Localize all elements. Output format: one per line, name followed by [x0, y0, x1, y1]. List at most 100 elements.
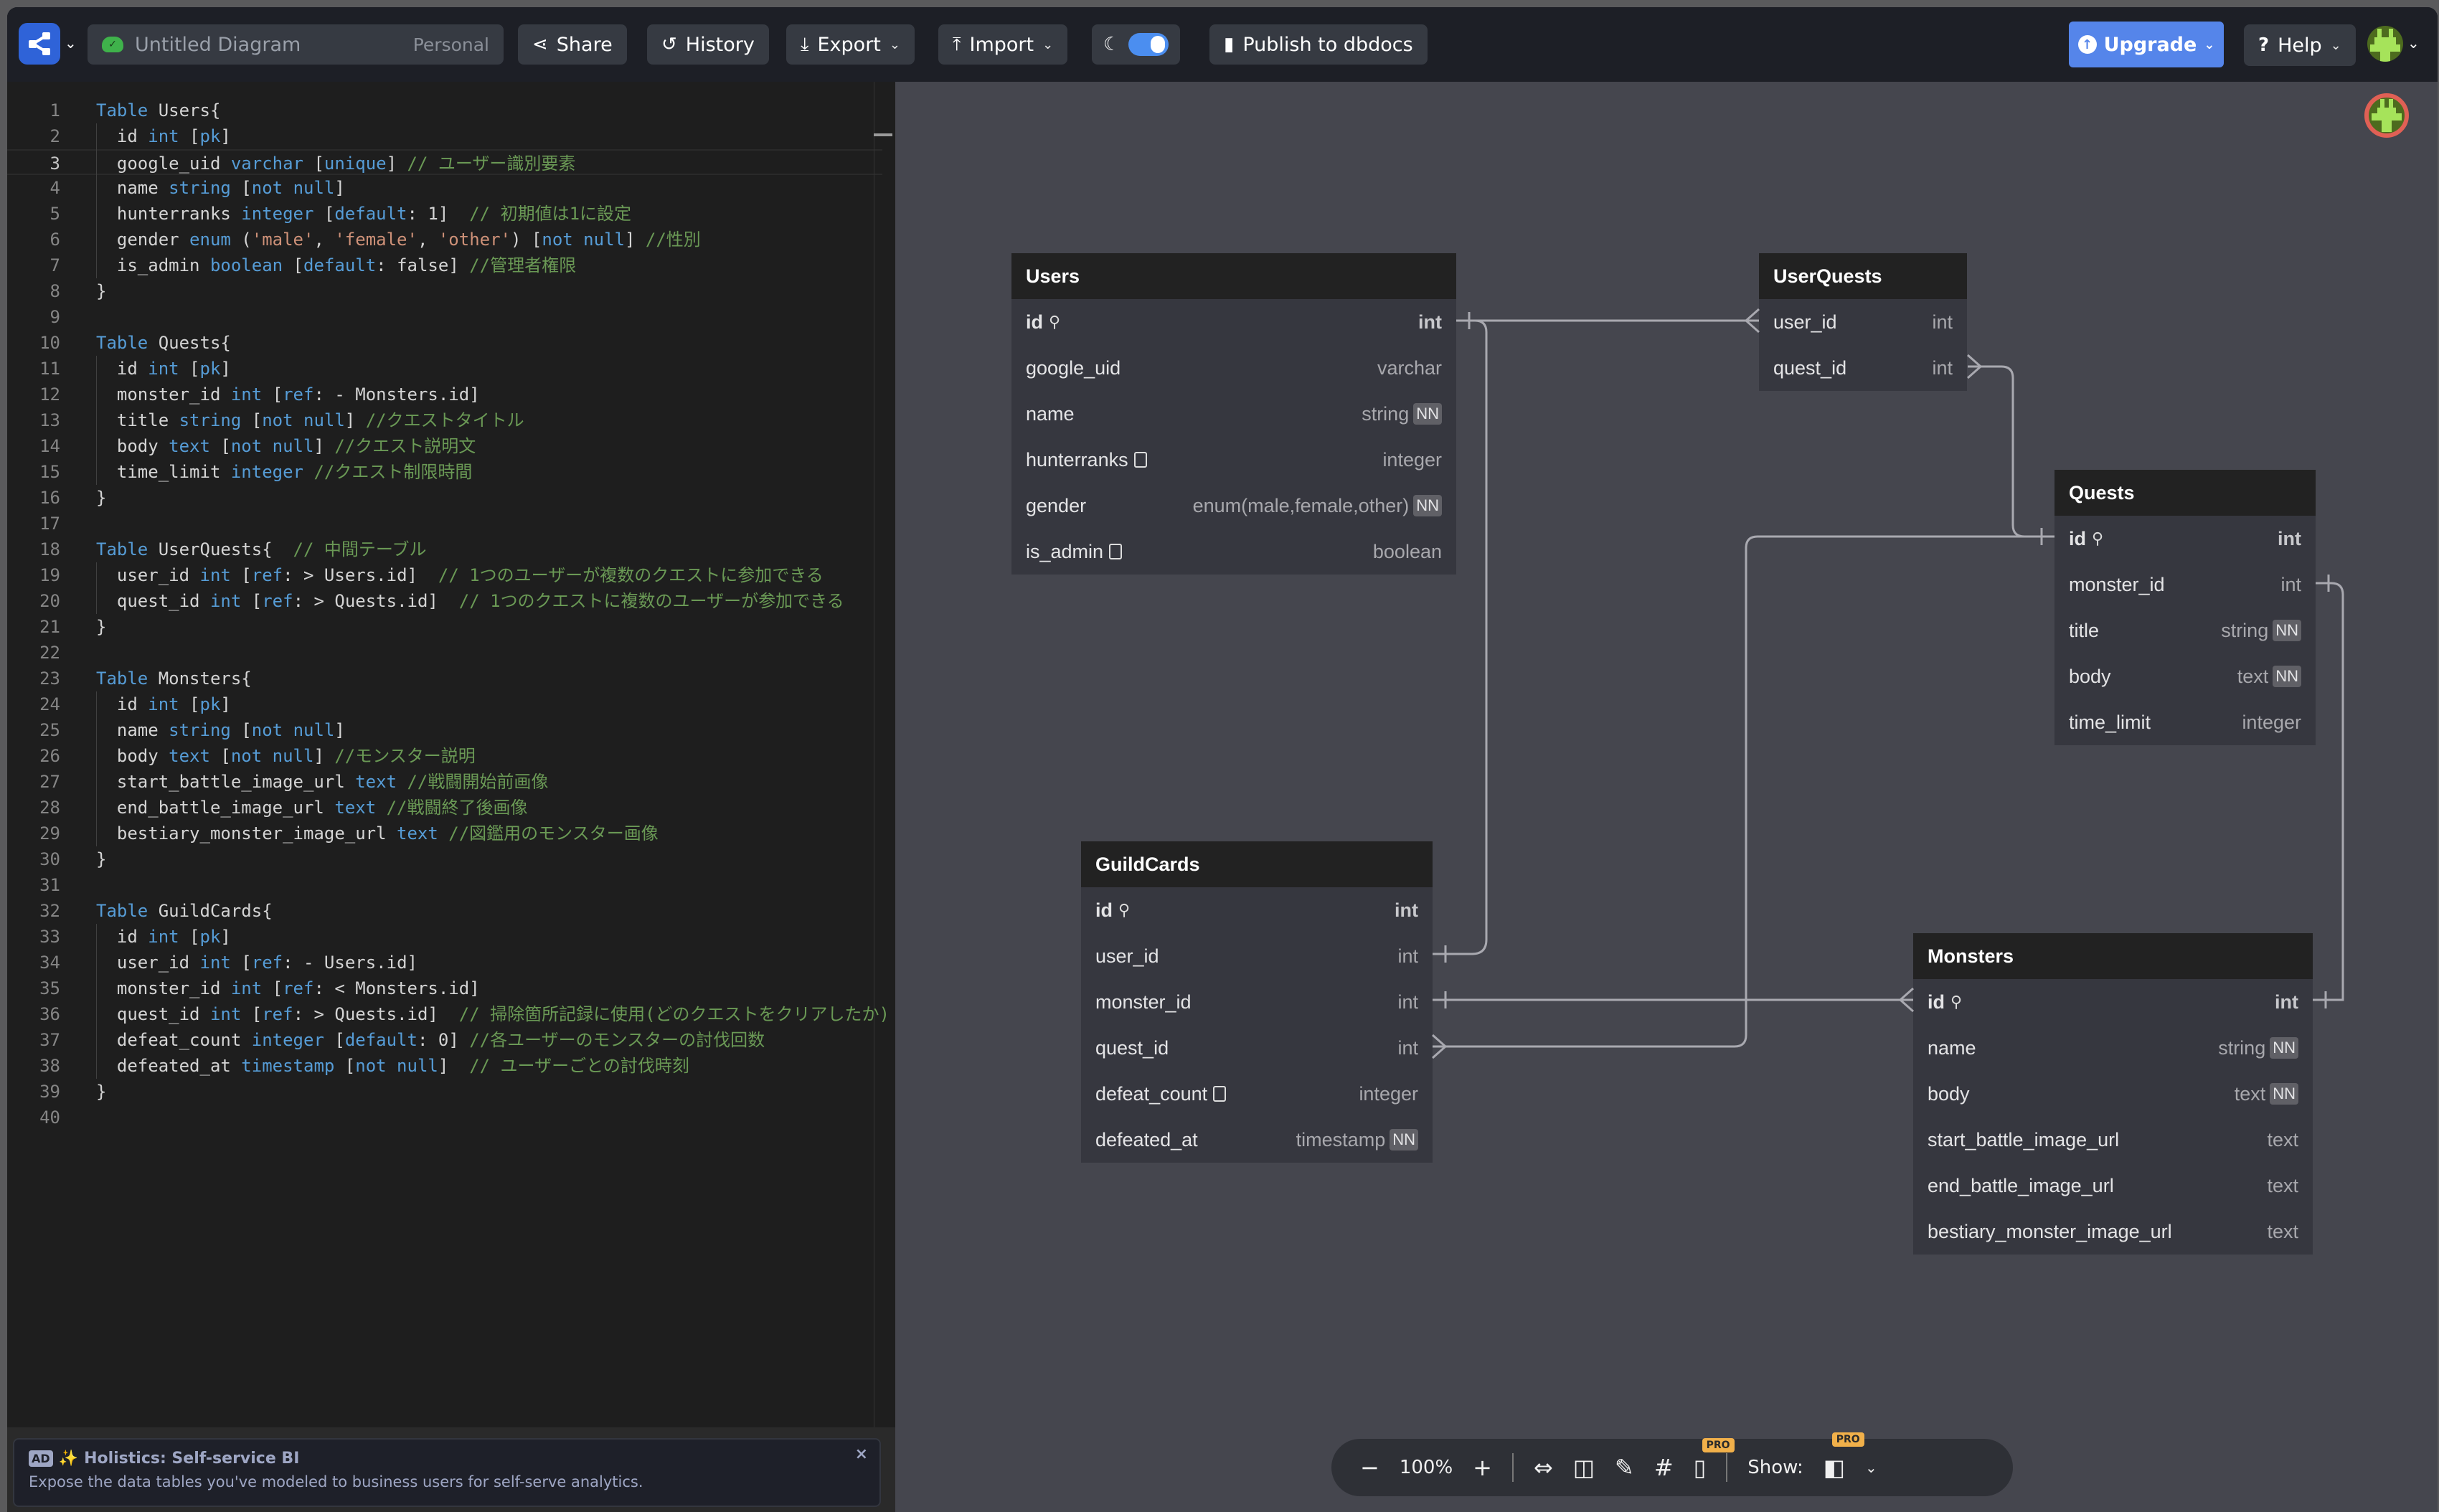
table-monsters[interactable]: Monsters id ⚲ int name string NN body text NN star… [1913, 933, 2313, 1255]
code-line[interactable]: 20 quest_id int [ref: > Quests.id] // 1つ… [7, 588, 882, 614]
zoom-in-button[interactable]: + [1473, 1454, 1492, 1481]
table-field-row[interactable]: monster_id int [2054, 562, 2316, 608]
help-button[interactable]: ? Help ⌄ [2244, 24, 2356, 66]
chevron-down-icon[interactable]: ⌄ [1865, 1459, 1877, 1476]
ad-banner[interactable]: AD ✨ Holistics: Self-service BI Expose t… [13, 1438, 881, 1507]
table-field-row[interactable]: defeat_count integer [1081, 1071, 1433, 1117]
code-line[interactable]: 4 name string [not null] [7, 175, 882, 201]
code-line[interactable]: 11 id int [pk] [7, 356, 882, 382]
code-line[interactable]: 14 body text [not null] //クエスト説明文 [7, 433, 882, 459]
note-icon[interactable] [1109, 544, 1123, 559]
code-line[interactable]: 28 end_battle_image_url text //戦闘終了後画像 [7, 795, 882, 821]
table-field-row[interactable]: id ⚲ int [1081, 887, 1433, 933]
code-line[interactable]: 13 title string [not null] //クエストタイトル [7, 407, 882, 433]
table-quests[interactable]: Quests id ⚲ int monster_id int title string NN bo… [2054, 470, 2316, 745]
code-line[interactable]: 26 body text [not null] //モンスター説明 [7, 743, 882, 769]
code-line[interactable]: 39} [7, 1079, 882, 1105]
highlight-pen-icon[interactable]: ✎ [1615, 1454, 1634, 1481]
table-field-row[interactable]: id ⚲ int [1011, 299, 1456, 345]
code-line[interactable]: 35 monster_id int [ref: < Monsters.id] [7, 975, 882, 1001]
table-header[interactable]: GuildCards [1081, 841, 1433, 887]
code-line[interactable]: 30} [7, 846, 882, 872]
table-field-row[interactable]: id ⚲ int [2054, 516, 2316, 562]
code-line[interactable]: 24 id int [pk] [7, 691, 882, 717]
table-field-row[interactable]: body text NN [2054, 653, 2316, 699]
code-line[interactable]: 10 Table Quests{ [7, 330, 882, 356]
table-field-row[interactable]: quest_id int [1759, 345, 1967, 391]
code-line[interactable]: 17 [7, 511, 882, 537]
dark-mode-toggle[interactable]: ☾ [1092, 24, 1181, 65]
code-line[interactable]: 16} [7, 485, 882, 511]
note-icon[interactable] [1133, 452, 1147, 468]
code-line[interactable]: 37 defeat_count integer [default: 0] //各… [7, 1027, 882, 1053]
code-line[interactable]: 2 id int [pk] [7, 123, 882, 149]
diagram-name[interactable]: Untitled Diagram [135, 34, 402, 56]
share-button[interactable]: ⋖ Share [518, 24, 627, 65]
publish-dbdocs-button[interactable]: ▮ Publish to dbdocs [1209, 24, 1428, 65]
code-line[interactable]: 29 bestiary_monster_image_url text //図鑑用… [7, 821, 882, 846]
table-field-row[interactable]: user_id int [1081, 933, 1433, 979]
table-field-row[interactable]: defeated_at timestamp NN [1081, 1117, 1433, 1163]
table-header[interactable]: Quests [2054, 470, 2316, 516]
table-field-row[interactable]: start_battle_image_url text [1913, 1117, 2313, 1163]
code-line[interactable]: 12 monster_id int [ref: - Monsters.id] [7, 382, 882, 407]
table-field-row[interactable]: is_admin boolean [1011, 529, 1456, 575]
table-guildcards[interactable]: GuildCards id ⚲ int user_id int monster_id int q… [1081, 841, 1433, 1163]
table-header[interactable]: Monsters [1913, 933, 2313, 979]
code-line[interactable]: 9 [7, 304, 882, 330]
table-field-row[interactable]: monster_id int [1081, 979, 1433, 1025]
code-line[interactable]: 1 Table Users{ [7, 98, 882, 123]
table-field-row[interactable]: end_battle_image_url text [1913, 1163, 2313, 1209]
code-line[interactable]: 36 quest_id int [ref: > Quests.id] // 掃除… [7, 1001, 890, 1027]
table-field-row[interactable]: hunterranks integer [1011, 437, 1456, 483]
import-button[interactable]: ⤒ Import ⌄ [938, 24, 1068, 65]
table-field-row[interactable]: name string NN [1913, 1025, 2313, 1071]
table-field-row[interactable]: google_uid varchar [1011, 345, 1456, 391]
code-line[interactable]: 15 time_limit integer //クエスト制限時間 [7, 459, 882, 485]
user-avatar[interactable] [2367, 26, 2403, 62]
code-line[interactable]: 34 user_id int [ref: - Users.id] [7, 950, 882, 975]
code-line[interactable]: 6 gender enum ('male', 'female', 'other'… [7, 227, 882, 252]
code-line[interactable]: 5 hunterranks integer [default: 1] // 初期… [7, 201, 882, 227]
app-logo-button[interactable] [19, 23, 60, 65]
table-field-row[interactable]: gender enum(male,female,other) NN [1011, 483, 1456, 529]
avatar-chevron-down-icon[interactable]: ⌄ [2407, 34, 2420, 52]
code-line[interactable]: 33 id int [pk] [7, 924, 882, 950]
table-users[interactable]: Users id ⚲ int google_uid varchar name string NN… [1011, 253, 1456, 575]
code-line[interactable]: 22 [7, 640, 882, 666]
sticky-note-icon[interactable]: ▯ PRO [1694, 1438, 1735, 1481]
toggle-switch[interactable] [1128, 33, 1169, 56]
table-field-row[interactable]: quest_id int [1081, 1025, 1433, 1071]
code-line[interactable]: 23 Table Monsters{ [7, 666, 882, 691]
table-field-row[interactable]: time_limit integer [2054, 699, 2316, 745]
zoom-level[interactable]: 100% [1400, 1457, 1453, 1478]
table-field-row[interactable]: title string NN [2054, 608, 2316, 653]
code-line[interactable]: 21} [7, 614, 882, 640]
code-line[interactable]: 7 is_admin boolean [default: false] //管理… [7, 252, 882, 278]
logo-chevron-down-icon[interactable]: ⌄ [65, 34, 77, 52]
collaborator-avatar[interactable] [2364, 93, 2409, 138]
note-icon[interactable] [1213, 1086, 1227, 1102]
code-line[interactable]: 38 defeated_at timestamp [not null] // ユ… [7, 1053, 882, 1079]
table-field-row[interactable]: name string NN [1011, 391, 1456, 437]
code-line[interactable]: 32 Table GuildCards{ [7, 898, 882, 924]
code-line[interactable]: 8} [7, 278, 882, 304]
code-line[interactable]: 3 google_uid varchar [unique] // ユーザー識別要… [7, 149, 882, 175]
diagram-title-field[interactable]: ✓ Untitled Diagram Personal [88, 24, 504, 65]
table-field-row[interactable]: user_id int [1759, 299, 1967, 345]
code-line[interactable]: 27 start_battle_image_url text //戦闘開始前画像 [7, 769, 882, 795]
table-userquests[interactable]: UserQuests user_id int quest_id int [1759, 253, 1967, 391]
fit-to-screen-icon[interactable]: ⇔ [1534, 1454, 1553, 1481]
code-editor[interactable]: 1 Table Users{2 id int [pk] 3 google_uid v… [7, 82, 895, 1427]
export-button[interactable]: ⤓ Export ⌄ [786, 24, 915, 65]
grid-icon[interactable]: # [1654, 1454, 1674, 1481]
code-line[interactable]: 25 name string [not null] [7, 717, 882, 743]
history-button[interactable]: ↺ History [647, 24, 769, 65]
table-field-row[interactable]: body text NN [1913, 1071, 2313, 1117]
code-line[interactable]: 19 user_id int [ref: > Users.id] // 1つのユ… [7, 562, 882, 588]
code-line[interactable]: 18 Table UserQuests{ // 中間テーブル [7, 537, 882, 562]
code-line[interactable]: 31 [7, 872, 882, 898]
auto-arrange-icon[interactable]: ◫ [1573, 1454, 1595, 1481]
code-line[interactable]: 40 [7, 1105, 882, 1130]
close-icon[interactable]: × [855, 1445, 868, 1463]
